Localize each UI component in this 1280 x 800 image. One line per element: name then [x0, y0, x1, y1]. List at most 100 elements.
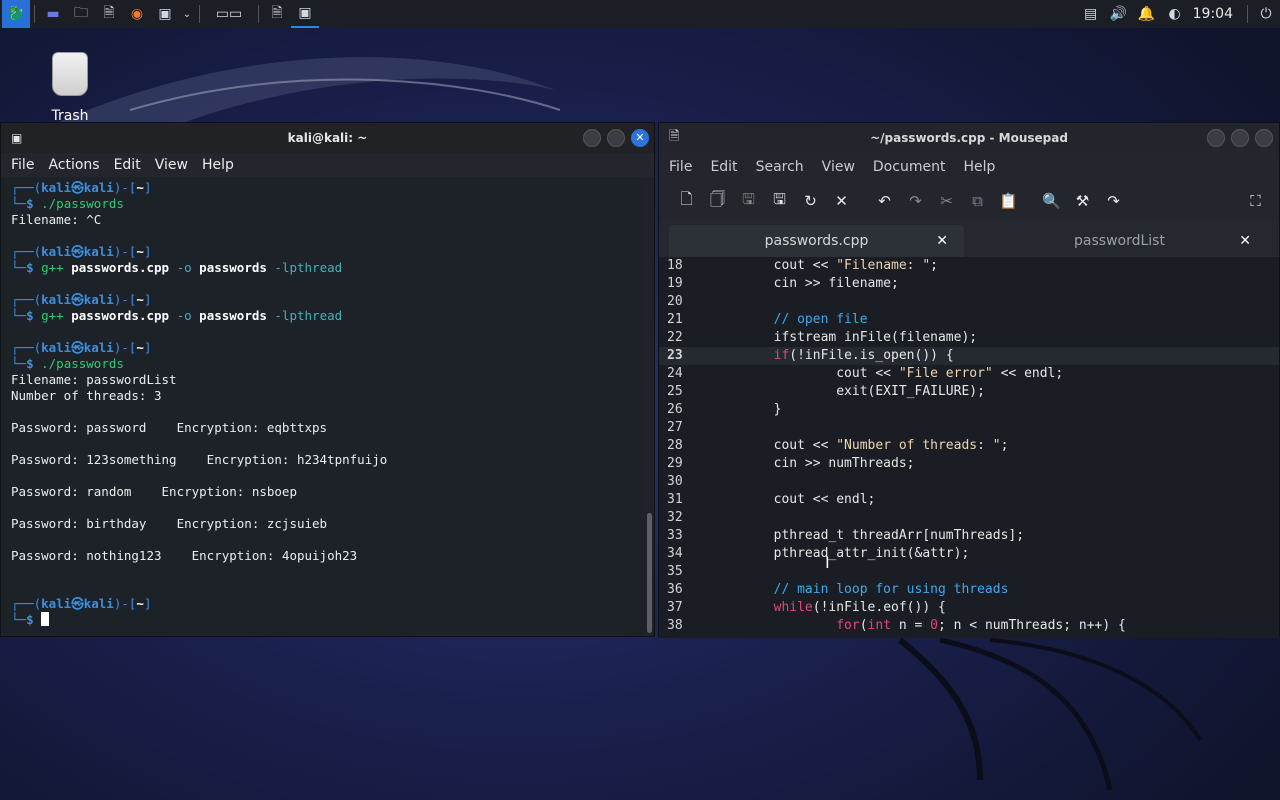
close-button[interactable] — [1255, 129, 1273, 147]
fullscreen-icon[interactable]: ⛶ — [1240, 192, 1271, 210]
menu-help[interactable]: Help — [963, 159, 995, 175]
cut-icon[interactable]: ✂ — [931, 192, 962, 210]
code-token: exit(EXIT_FAILURE); — [711, 384, 985, 399]
go-to-line-icon[interactable]: ↷ — [1098, 192, 1129, 210]
output-text: Password: birthday Encryption: zcjsuieb — [11, 516, 328, 531]
menu-edit[interactable]: Edit — [710, 159, 737, 175]
line-number: 22 — [667, 330, 683, 345]
menu-view[interactable]: View — [155, 157, 188, 173]
copy-icon[interactable]: ⧉ — [962, 192, 993, 210]
terminal-titlebar[interactable]: ▣ kali@kali: ~ ✕ — [1, 123, 654, 153]
command-text: g++ — [41, 260, 64, 275]
terminal-line: Password: password Encryption: eqbttxps — [11, 420, 632, 436]
close-button[interactable]: ✕ — [631, 129, 649, 147]
mousepad-window[interactable]: 🗎 ~/passwords.cpp - Mousepad File Edit S… — [658, 122, 1280, 638]
line-number: 25 — [667, 384, 683, 399]
prompt-symbol: $ — [26, 612, 42, 627]
code-token: int — [867, 618, 892, 633]
terminal-window[interactable]: ▣ kali@kali: ~ ✕ File Actions Edit View … — [0, 122, 655, 637]
prompt-user: kali — [41, 596, 72, 611]
line-number: 30 — [667, 474, 683, 489]
code-token: pthread_t threadArr[numThreads]; — [711, 528, 1025, 543]
terminal-scrollbar[interactable] — [647, 513, 652, 633]
code-token: // main loop for using threads — [711, 582, 1009, 597]
trash-icon — [52, 52, 88, 96]
text-editor-icon[interactable]: 🗎 — [95, 0, 123, 28]
prompt-at: ㉿ — [71, 340, 84, 355]
code-line: 37 while(!inFile.eof()) { — [659, 599, 1279, 617]
save-as-icon[interactable]: 🖫 — [764, 189, 795, 214]
prompt-frame: ] — [143, 180, 152, 195]
menu-view[interactable]: View — [822, 159, 855, 175]
new-window-icon[interactable]: 🗍 — [702, 189, 733, 214]
code-line: 21 // open file — [659, 311, 1279, 329]
launcher-dropdown-icon[interactable]: ⌄ — [179, 0, 195, 28]
minimize-button[interactable] — [1207, 129, 1225, 147]
prompt-frame: └─ — [11, 308, 27, 323]
terminal-line: ┌──(kali㉿kali)-[~] — [11, 596, 632, 612]
menu-actions[interactable]: Actions — [48, 157, 99, 173]
kali-menu-icon[interactable]: 🐉 — [2, 0, 30, 28]
notifications-icon[interactable]: 🔔 — [1133, 0, 1161, 28]
new-document-icon[interactable]: 🗋 — [671, 189, 702, 214]
tab-passwords-cpp[interactable]: passwords.cpp ✕ — [669, 225, 964, 257]
prompt-symbol: $ — [26, 196, 42, 211]
find-replace-icon[interactable]: ⚒ — [1067, 192, 1098, 210]
code-token: << endl; — [992, 366, 1064, 381]
menu-help[interactable]: Help — [202, 157, 234, 173]
trash-desktop-icon[interactable]: Trash — [44, 52, 96, 124]
redo-icon[interactable]: ↷ — [900, 192, 931, 210]
terminal-launcher-icon[interactable]: ▣ — [151, 0, 179, 28]
terminal-line: Password: nothing123 Encryption: 4opuijo… — [11, 548, 632, 564]
menu-file[interactable]: File — [669, 159, 692, 175]
paste-icon[interactable]: 📋 — [993, 192, 1024, 210]
close-document-icon[interactable]: ✕ — [826, 192, 857, 210]
tab-close-icon[interactable]: ✕ — [936, 233, 948, 249]
code-line: 18 cout << "Filename: "; — [659, 257, 1279, 275]
minimize-button[interactable] — [583, 129, 601, 147]
workspace-switcher-icon[interactable]: ▭▭ — [204, 0, 254, 28]
line-number: 28 — [667, 438, 683, 453]
logout-icon[interactable]: ⏻ — [1252, 0, 1280, 28]
menu-edit[interactable]: Edit — [114, 157, 141, 173]
maximize-button[interactable] — [1231, 129, 1249, 147]
taskbar-mousepad-icon[interactable]: 🗎 — [263, 0, 291, 28]
text-cursor-icon: I — [825, 553, 830, 572]
panel-separator — [199, 5, 200, 23]
undo-icon[interactable]: ↶ — [869, 192, 900, 210]
tab-close-icon[interactable]: ✕ — [1239, 233, 1251, 249]
firefox-icon[interactable]: ◉ — [123, 0, 151, 28]
show-desktop-icon[interactable]: ▬ — [39, 0, 67, 28]
terminal-output[interactable]: ┌──(kali㉿kali)-[~] └─$ ./passwords Filenam… — [1, 177, 642, 636]
reload-icon[interactable]: ↻ — [795, 192, 826, 210]
prompt-frame: ┌──( — [11, 244, 42, 259]
menu-document[interactable]: Document — [873, 159, 946, 175]
file-manager-icon[interactable]: 🗀 — [67, 0, 95, 28]
menu-search[interactable]: Search — [756, 159, 804, 175]
clock[interactable]: 19:04 — [1193, 6, 1233, 22]
taskbar-terminal-icon[interactable]: ▣ — [291, 0, 319, 28]
save-icon[interactable]: 🖫 — [733, 189, 764, 214]
tab-passwordlist[interactable]: passwordList ✕ — [972, 225, 1267, 257]
code-editor[interactable]: 18 cout << "Filename: "; 19 cin >> filena… — [659, 257, 1279, 638]
code-token: (!inFile.is_open()) { — [789, 348, 954, 363]
code-token: cout << — [711, 366, 899, 381]
power-manager-icon[interactable]: ◐ — [1161, 0, 1189, 28]
display-icon[interactable]: ▤ — [1077, 0, 1105, 28]
prompt-dir: ~ — [136, 244, 144, 259]
mousepad-titlebar[interactable]: 🗎 ~/passwords.cpp - Mousepad — [659, 123, 1279, 153]
menu-file[interactable]: File — [11, 157, 34, 173]
find-icon[interactable]: 🔍 — [1036, 192, 1067, 210]
prompt-symbol: $ — [26, 356, 42, 371]
code-token: // open file — [711, 312, 868, 327]
line-number: 26 — [667, 402, 683, 417]
output-text: Password: 123something Encryption: h234t… — [11, 452, 388, 467]
maximize-button[interactable] — [607, 129, 625, 147]
prompt-dir: ~ — [136, 292, 144, 307]
code-line: 28 cout << "Number of threads: "; — [659, 437, 1279, 455]
volume-icon[interactable]: 🔊 — [1105, 0, 1133, 28]
